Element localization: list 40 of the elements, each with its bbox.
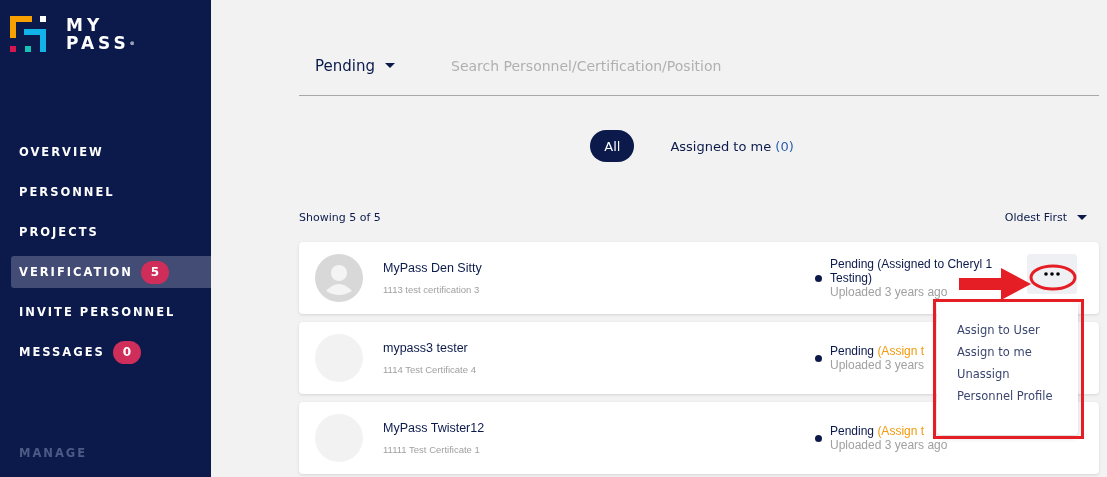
annotation-ellipse [1029, 264, 1077, 291]
result-count: Showing 5 of 5 [299, 211, 381, 224]
person-name: MyPass Den Sitty [383, 261, 483, 275]
status-text: Pending (Assigned to Cheryl 1 Testing) [830, 257, 994, 285]
section-heading: MANAGE [19, 446, 89, 460]
status-dot [815, 354, 822, 362]
count-badge: 5 [141, 260, 169, 284]
filter-tab[interactable]: Assigned to me (0) [656, 130, 808, 162]
certificate-name: 1114 Test Certificate 4 [383, 364, 477, 375]
sidebar-item[interactable]: PERSONNEL [11, 176, 211, 208]
status-dot [815, 274, 822, 282]
certificate-name: 1113 test certification 3 [383, 284, 481, 295]
certificate-name: 11111 Test Certificate 1 [383, 444, 481, 455]
caret-icon [1077, 215, 1087, 220]
more-icon [1044, 272, 1060, 276]
menu-item[interactable]: Personnel Profile [957, 389, 1053, 403]
logo-text: MY [66, 16, 105, 34]
count-badge: 0 [112, 340, 141, 364]
status-dropdown[interactable]: Pending [315, 56, 435, 75]
sidebar-item[interactable]: VERIFICATION 5 [11, 256, 211, 288]
sidebar-item[interactable]: OVERVIEW [11, 136, 211, 168]
search-field[interactable]: Search Personnel/Certification/Position [451, 57, 951, 74]
status-dot [815, 434, 822, 442]
menu-item[interactable]: Assign to me [957, 345, 1032, 359]
menu-item[interactable]: Assign to User [957, 323, 1040, 337]
upload-time: Uploaded 3 years ago [830, 285, 949, 299]
menu-item[interactable]: Unassign [957, 367, 1010, 381]
logo-icon [10, 16, 48, 52]
sidebar-item[interactable]: PROJECTS [11, 216, 211, 248]
sidebar-item[interactable]: INVITE PERSONNEL [11, 296, 211, 328]
person-name: MyPass Twister12 [383, 421, 486, 435]
filter-tab[interactable]: All [590, 130, 635, 162]
status-text: Pending (Assign t [830, 344, 925, 358]
sidebar-item[interactable]: MESSAGES 0 [11, 336, 211, 368]
caret-icon [384, 63, 395, 68]
person-name: mypass3 tester [383, 341, 469, 355]
upload-time: Uploaded 3 years [830, 358, 925, 372]
sort-dropdown[interactable]: Oldest First [1004, 211, 1099, 224]
upload-time: Uploaded 3 years ago [830, 438, 948, 452]
status-text: Pending (Assign t [830, 424, 926, 438]
